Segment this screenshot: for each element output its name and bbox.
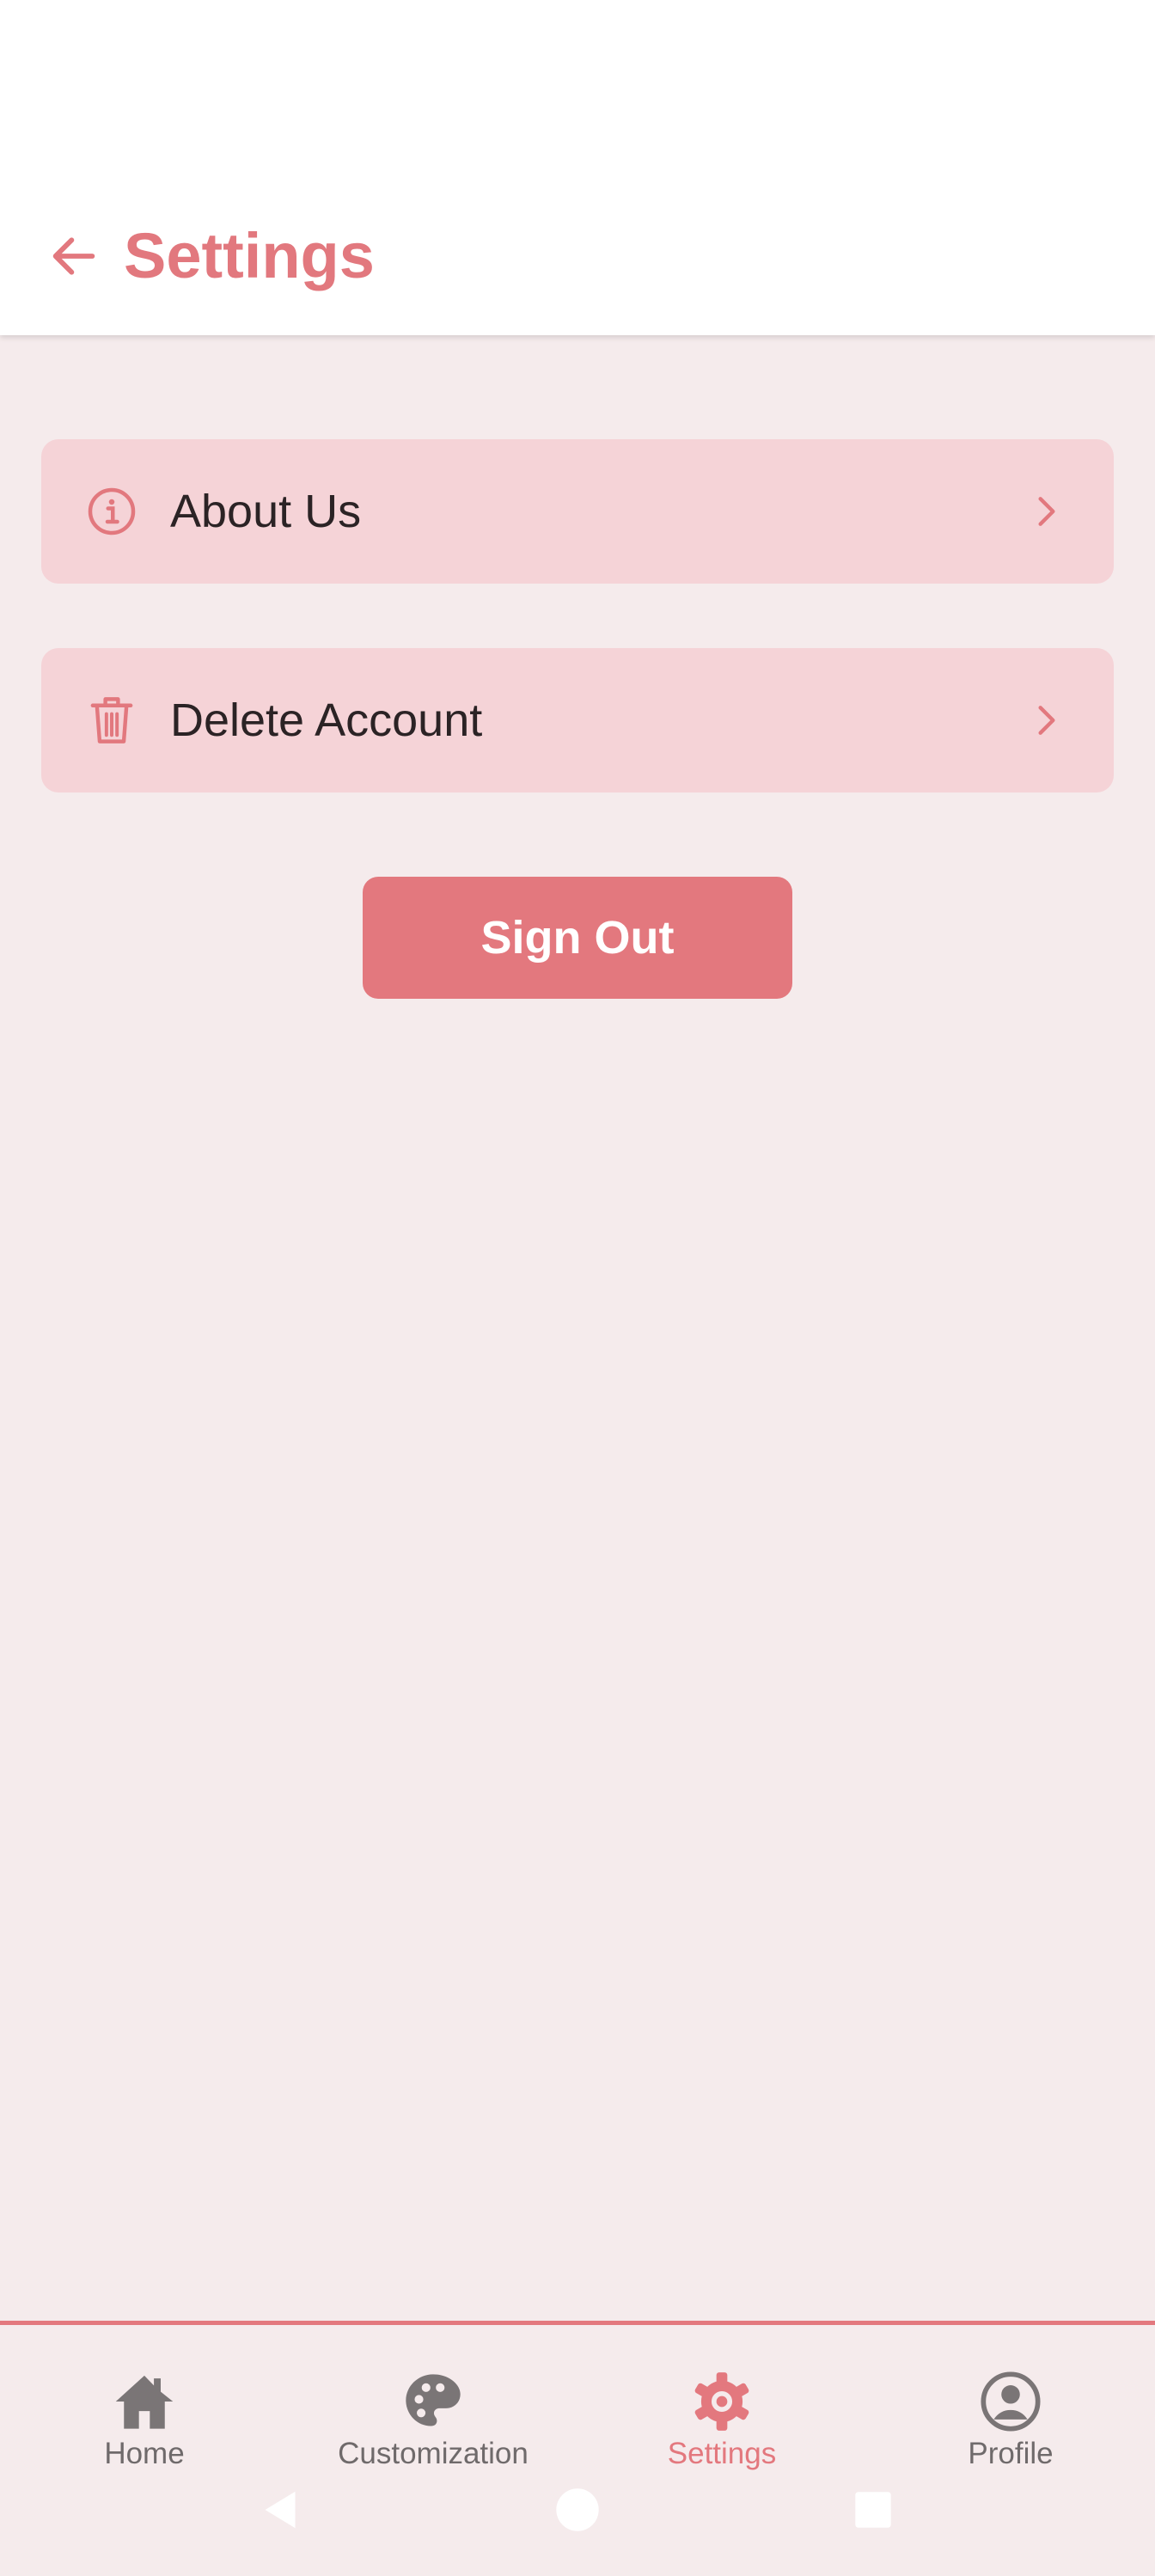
sign-out-button[interactable]: Sign Out xyxy=(363,877,792,999)
trash-icon xyxy=(84,693,139,748)
chevron-right-icon xyxy=(1023,696,1071,744)
nav-label-customization: Customization xyxy=(338,2437,529,2470)
about-us-item[interactable]: About Us xyxy=(41,439,1114,584)
about-us-label: About Us xyxy=(170,486,362,537)
nav-item-customization[interactable]: Customization xyxy=(289,2344,578,2473)
home-icon xyxy=(111,2368,178,2435)
delete-account-label: Delete Account xyxy=(170,694,483,746)
gear-icon xyxy=(688,2368,755,2435)
chevron-right-icon xyxy=(1023,487,1071,535)
home-circle-icon[interactable] xyxy=(550,2482,605,2537)
user-circle-icon xyxy=(977,2368,1044,2435)
arrow-left-icon xyxy=(52,237,95,275)
nav-label-home: Home xyxy=(104,2437,185,2470)
app-bar: Settings xyxy=(0,0,1155,335)
nav-item-profile[interactable]: Profile xyxy=(866,2344,1155,2473)
system-navigation-bar xyxy=(0,2467,1155,2553)
recents-square-icon[interactable] xyxy=(846,2482,901,2537)
delete-account-item[interactable]: Delete Account xyxy=(41,648,1114,792)
nav-item-home[interactable]: Home xyxy=(0,2344,289,2473)
info-circle-icon xyxy=(84,484,139,539)
nav-item-settings[interactable]: Settings xyxy=(578,2344,866,2473)
page-title: Settings xyxy=(124,220,375,291)
palette-icon xyxy=(400,2368,467,2435)
nav-label-settings: Settings xyxy=(667,2437,777,2470)
back-button[interactable] xyxy=(38,220,110,292)
nav-label-profile: Profile xyxy=(968,2437,1054,2470)
back-triangle-icon[interactable] xyxy=(253,2482,308,2537)
